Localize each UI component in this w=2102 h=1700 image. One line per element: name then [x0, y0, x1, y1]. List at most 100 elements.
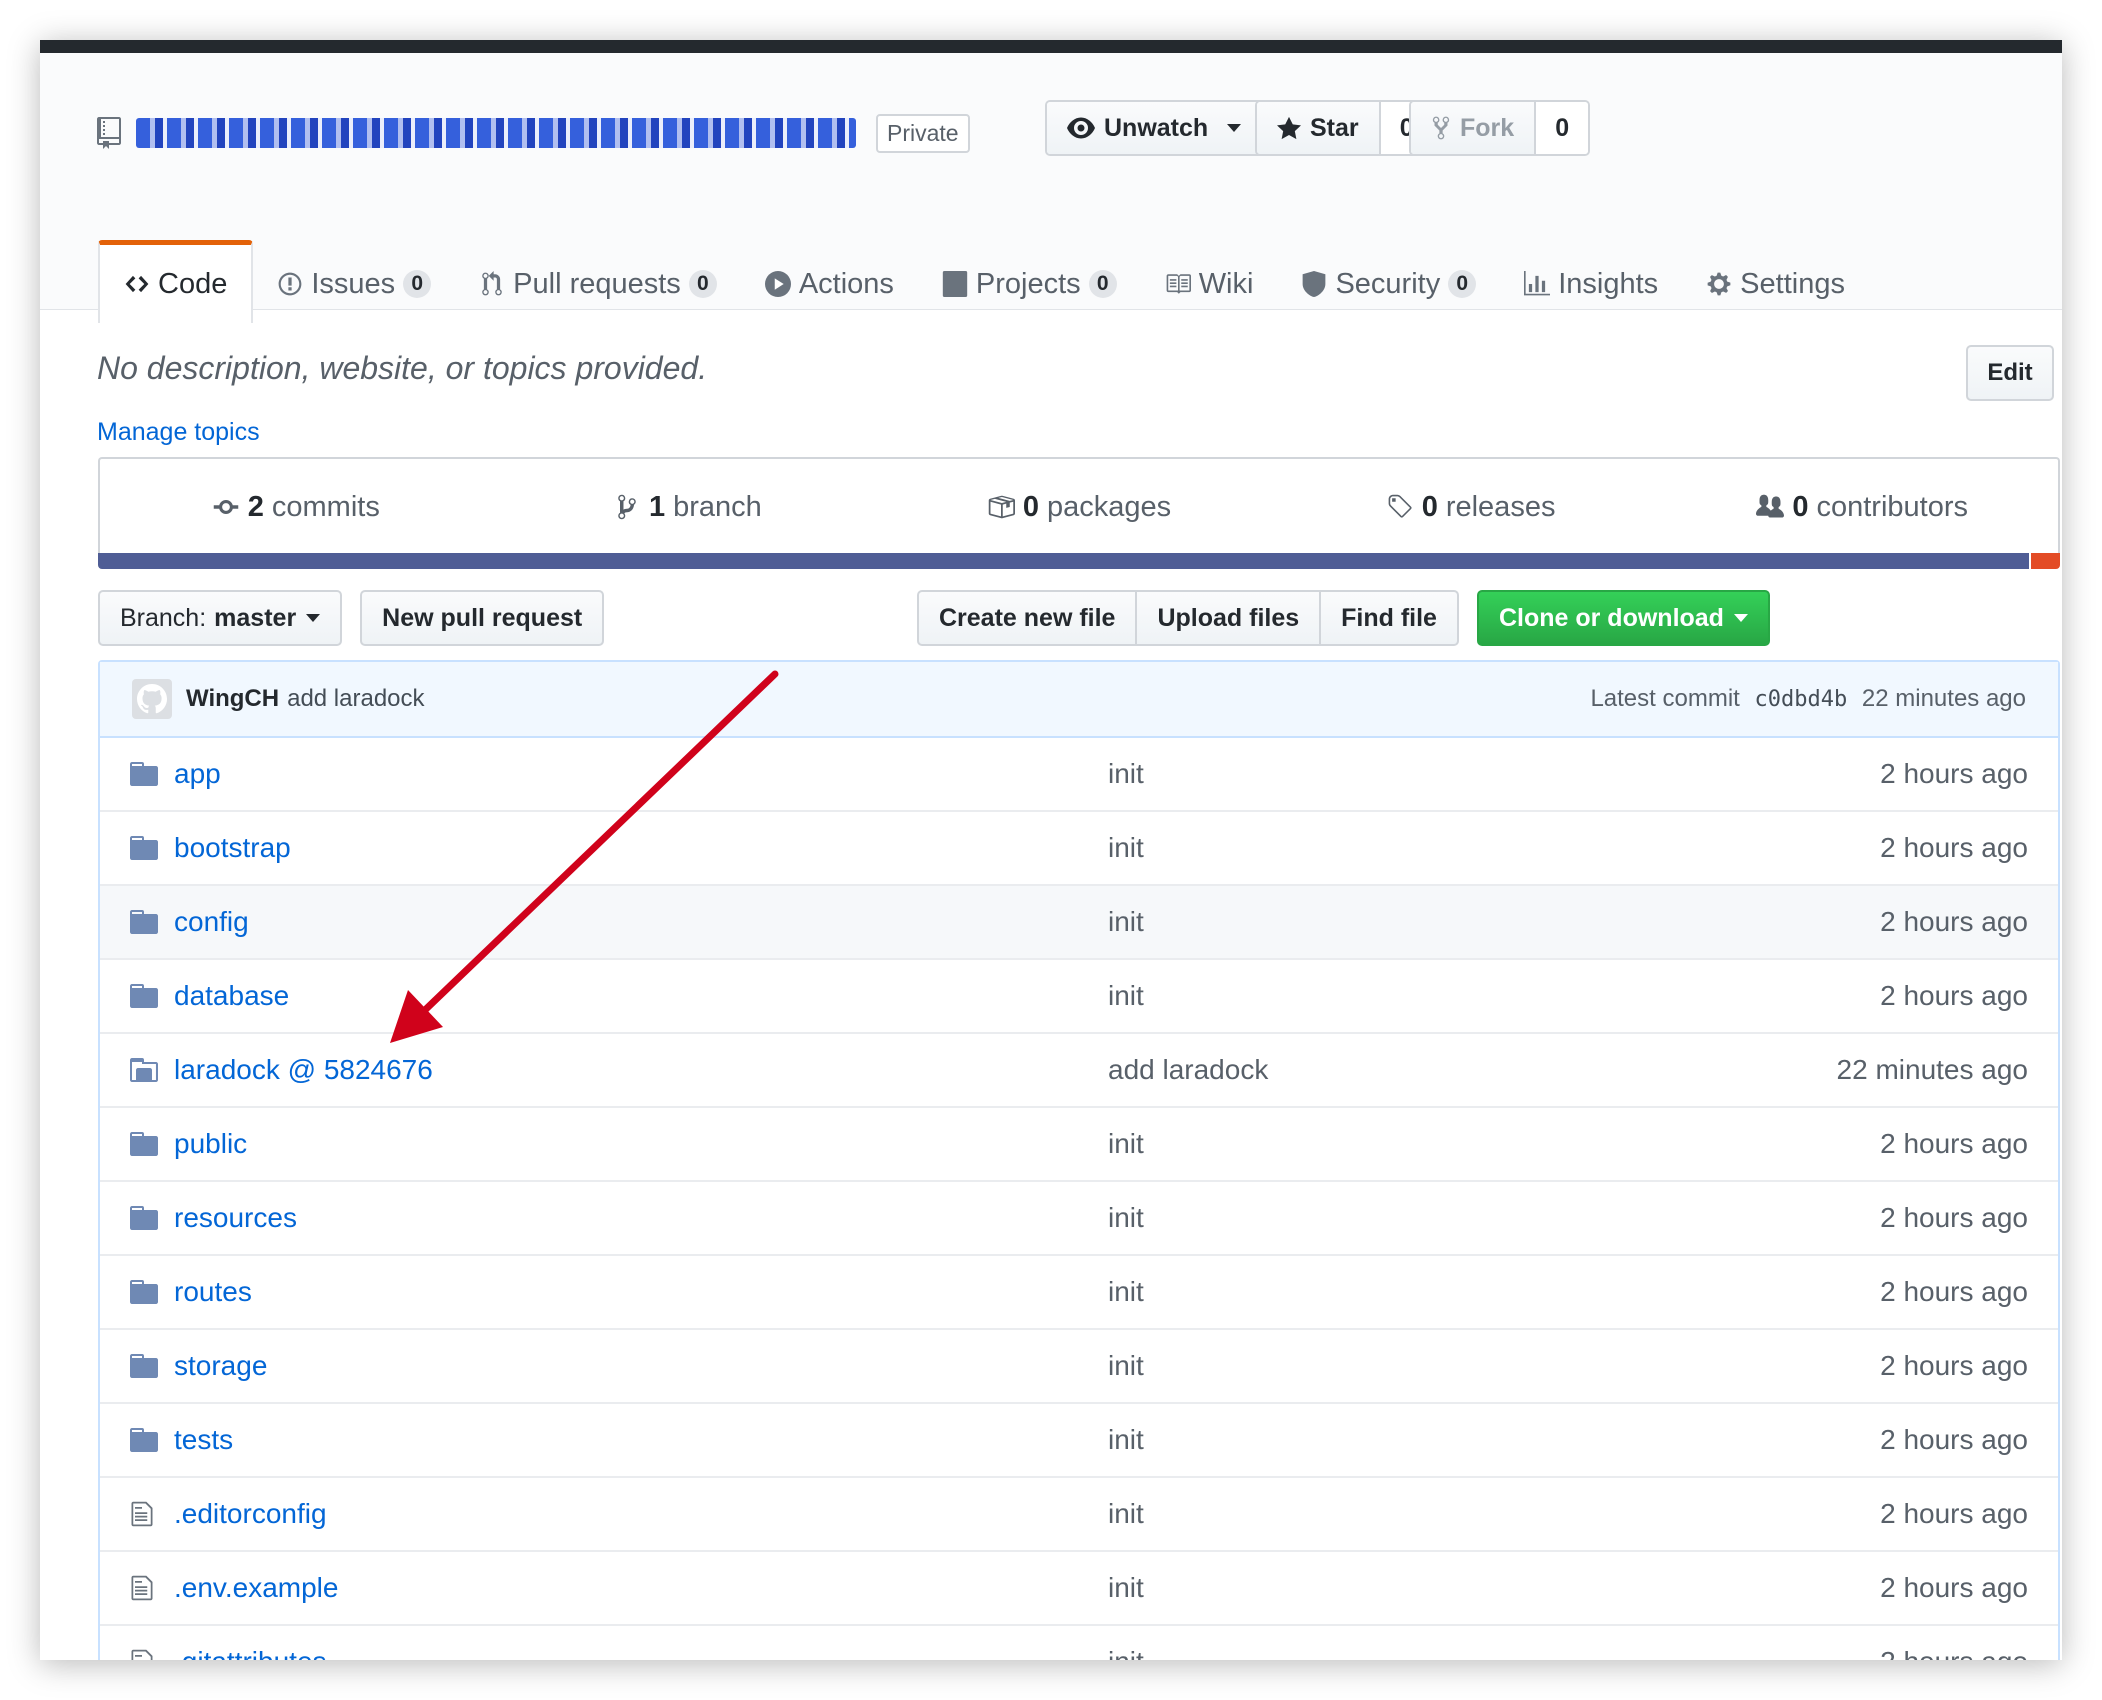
tab-insights[interactable]: Insights — [1500, 245, 1682, 323]
file-name-link[interactable]: tests — [174, 1424, 1108, 1456]
manage-topics-link[interactable]: Manage topics — [97, 418, 260, 447]
file-name-link[interactable]: .env.example — [174, 1572, 1108, 1604]
clone-or-download-button[interactable]: Clone or download — [1476, 590, 1770, 646]
file-name-link[interactable]: database — [174, 980, 1108, 1012]
new-pull-request-button[interactable]: New pull request — [360, 590, 605, 646]
submodule-icon — [130, 1058, 164, 1082]
tab-issues[interactable]: Issues 0 — [253, 245, 455, 323]
file-name-link[interactable]: storage — [174, 1350, 1108, 1382]
avatar[interactable] — [132, 679, 172, 719]
language-segment[interactable] — [98, 553, 2029, 569]
file-row[interactable]: .gitattributesinit2 hours ago — [100, 1624, 2058, 1660]
summary-packages[interactable]: 0 packages — [883, 459, 1275, 555]
star-action: Star 0 — [1255, 100, 1435, 156]
commits-label: commits — [271, 490, 380, 523]
file-age: 2 hours ago — [1880, 980, 2028, 1011]
unwatch-button[interactable]: Unwatch — [1047, 102, 1262, 154]
file-age: 2 hours ago — [1880, 1350, 2028, 1381]
file-age: 2 hours ago — [1880, 1498, 2028, 1529]
file-name-link[interactable]: routes — [174, 1276, 1108, 1308]
file-name-link[interactable]: public — [174, 1128, 1108, 1160]
fork-button[interactable]: Fork — [1411, 102, 1535, 154]
file-row[interactable]: public init 2 hours ago — [100, 1106, 2058, 1180]
file-name-link[interactable]: app — [174, 758, 1108, 790]
file-row[interactable]: config init 2 hours ago — [100, 884, 2058, 958]
file-commit-message[interactable]: init — [1108, 1202, 1588, 1234]
tab-actions[interactable]: Actions — [741, 245, 918, 323]
language-segment[interactable] — [2028, 553, 2060, 569]
branch-name: master — [214, 603, 297, 632]
commit-sha[interactable]: c0dbd4b — [1755, 687, 1848, 712]
tab-pull-requests[interactable]: Pull requests 0 — [455, 245, 741, 323]
file-name-link[interactable]: bootstrap — [174, 832, 1108, 864]
file-row[interactable]: resources init 2 hours ago — [100, 1180, 2058, 1254]
file-row[interactable]: .editorconfig init 2 hours ago — [100, 1476, 2058, 1550]
file-name-link[interactable]: .editorconfig — [174, 1498, 1108, 1530]
issue-icon — [278, 272, 302, 296]
file-commit-message[interactable]: init — [1108, 1424, 1588, 1456]
file-name-link[interactable]: laradock @ 5824676 — [174, 1054, 1108, 1086]
repo-summary: 2 commits 1 branch 0 packages 0 releases… — [98, 457, 2060, 555]
language-bar[interactable] — [98, 553, 2060, 569]
upload-files-button[interactable]: Upload files — [1137, 590, 1322, 646]
file-row[interactable]: database init 2 hours ago — [100, 958, 2058, 1032]
find-file-button[interactable]: Find file — [1321, 590, 1459, 646]
edit-description-button[interactable]: Edit — [1966, 345, 2054, 401]
create-new-file-button[interactable]: Create new file — [917, 590, 1138, 646]
tab-security-label: Security — [1335, 267, 1441, 300]
file-age: 2 hours ago — [1880, 906, 2028, 937]
file-commit-message[interactable]: add laradock — [1108, 1054, 1588, 1086]
commit-author[interactable]: WingCH — [186, 685, 279, 713]
file-commit-message[interactable]: init — [1108, 758, 1588, 790]
file-row[interactable]: app init 2 hours ago — [100, 738, 2058, 810]
shield-icon — [1303, 271, 1326, 297]
file-table: WingCH add laradock Latest commit c0dbd4… — [98, 660, 2060, 1660]
commit-message[interactable]: add laradock — [287, 685, 424, 713]
file-row[interactable]: storage init 2 hours ago — [100, 1328, 2058, 1402]
folder-icon — [130, 1428, 164, 1452]
summary-releases[interactable]: 0 releases — [1275, 459, 1667, 555]
file-row[interactable]: bootstrap init 2 hours ago — [100, 810, 2058, 884]
top-header-bar — [40, 40, 2062, 53]
tab-projects[interactable]: Projects 0 — [918, 245, 1141, 323]
summary-commits[interactable]: 2 commits — [100, 459, 492, 555]
file-name-link[interactable]: resources — [174, 1202, 1108, 1234]
file-commit-message[interactable]: init — [1108, 1276, 1588, 1308]
summary-contributors[interactable]: 0 contributors — [1666, 459, 2058, 555]
unwatch-label: Unwatch — [1104, 113, 1209, 142]
file-row[interactable]: .env.example init 2 hours ago — [100, 1550, 2058, 1624]
repo-description: No description, website, or topics provi… — [97, 350, 708, 386]
summary-branches[interactable]: 1 branch — [492, 459, 884, 555]
tab-wiki[interactable]: Wiki — [1141, 245, 1278, 323]
play-icon — [764, 271, 791, 297]
tab-code[interactable]: Code — [98, 240, 254, 323]
file-commit-message[interactable]: init — [1108, 980, 1588, 1012]
file-commit-message[interactable]: init — [1108, 1128, 1588, 1160]
file-row[interactable]: laradock @ 5824676 add laradock 22 minutes… — [100, 1032, 2058, 1106]
branches-count: 1 — [648, 490, 666, 523]
folder-icon — [130, 1206, 164, 1230]
chevron-down-icon — [1227, 124, 1242, 132]
star-button[interactable]: Star — [1257, 102, 1379, 154]
file-row[interactable]: tests init 2 hours ago — [100, 1402, 2058, 1476]
releases-label: releases — [1445, 490, 1556, 523]
forks-count[interactable]: 0 — [1534, 102, 1589, 154]
file-commit-message[interactable]: init — [1108, 1350, 1588, 1382]
file-commit-message[interactable]: init — [1108, 906, 1588, 938]
fork-action: Fork 0 — [1409, 100, 1591, 156]
file-commit-message[interactable]: init — [1108, 1572, 1588, 1604]
file-name-link[interactable]: .gitattributes — [174, 1646, 1108, 1660]
file-age: 2 hours ago — [1880, 1202, 2028, 1233]
file-commit-message[interactable]: init — [1108, 1646, 1588, 1660]
file-commit-message[interactable]: init — [1108, 832, 1588, 864]
file-name-link[interactable]: config — [174, 906, 1108, 938]
file-commit-message[interactable]: init — [1108, 1498, 1588, 1530]
file-row[interactable]: routes init 2 hours ago — [100, 1254, 2058, 1328]
branch-select-button[interactable]: Branch: master — [98, 590, 343, 646]
repo-name-redacted[interactable] — [136, 118, 856, 148]
tab-security[interactable]: Security 0 — [1277, 245, 1500, 323]
tab-settings[interactable]: Settings — [1682, 245, 1869, 323]
branch-select-group: Branch: master New pull request — [98, 590, 605, 646]
tab-insights-label: Insights — [1558, 267, 1659, 300]
folder-icon — [130, 910, 164, 934]
